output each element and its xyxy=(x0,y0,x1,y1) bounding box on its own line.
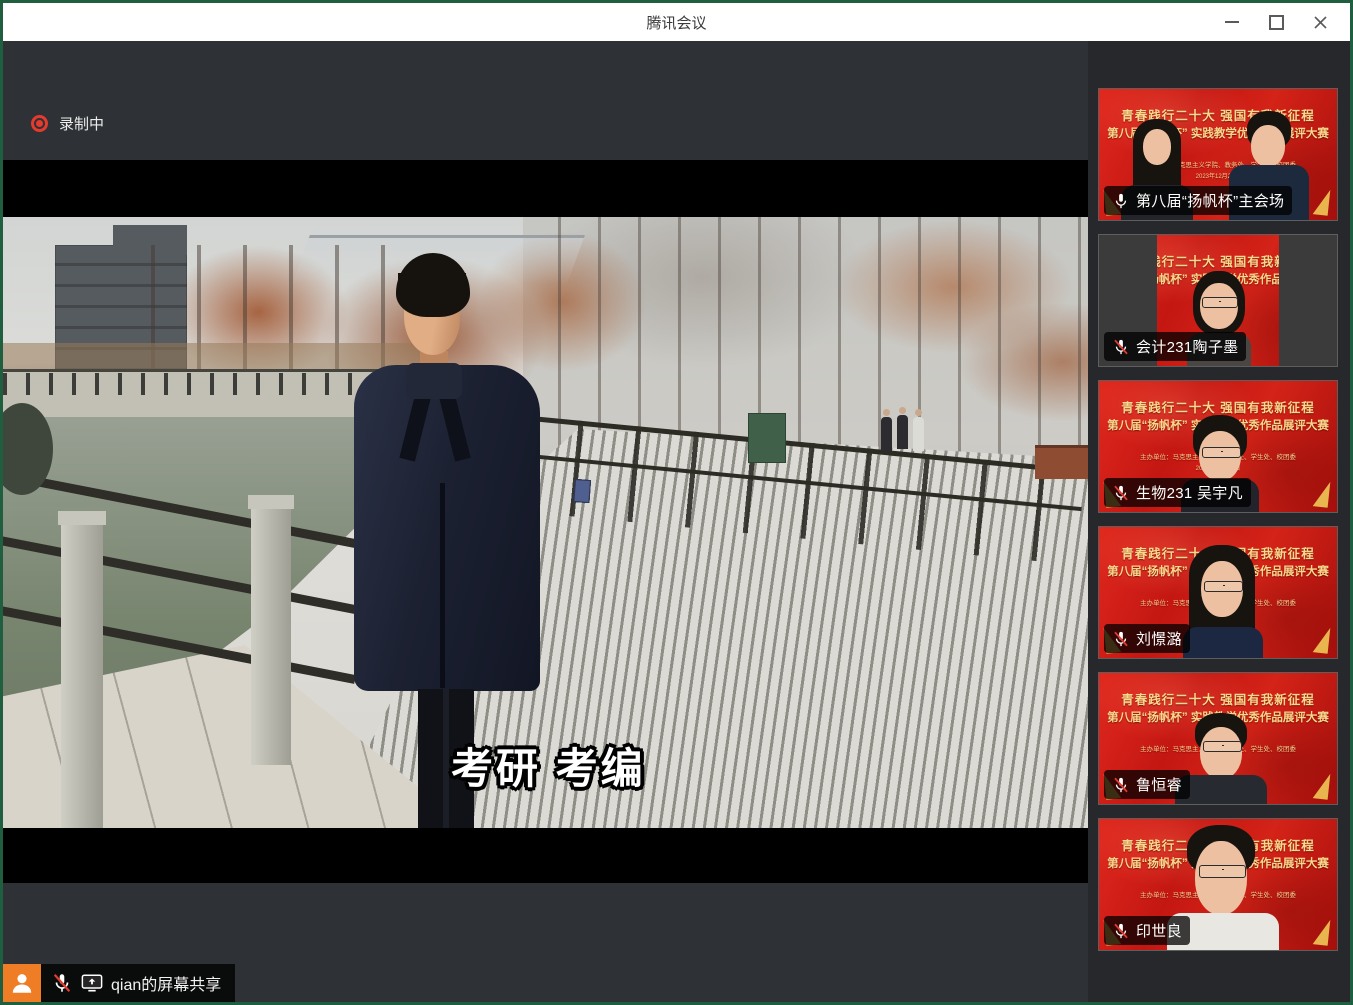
main-stage: 录制中 xyxy=(3,41,1088,1002)
share-info-bar: qian的屏幕共享 xyxy=(3,964,235,1002)
participant-tile[interactable]: 青春践行二十大 强国有我新征程 第八届“扬帆杯” 实践教学优秀作品展评大赛 主办… xyxy=(1098,380,1338,513)
man-coat-opening xyxy=(440,483,445,688)
man-hair xyxy=(396,253,470,317)
participant-tile[interactable]: 青春践行二十大 强国有我新征程 第八届“扬帆杯” 实践教学优秀作品展评大赛 主办… xyxy=(1098,88,1338,221)
shared-screen: 考研 考编 xyxy=(3,160,1088,883)
window-controls xyxy=(1210,3,1342,41)
window-title: 腾讯会议 xyxy=(646,12,706,33)
sail-decoration xyxy=(1313,480,1331,507)
recording-label: 录制中 xyxy=(59,113,104,134)
participant-body xyxy=(1183,627,1263,658)
participant-name: 印世良 xyxy=(1136,920,1182,941)
participant-tile[interactable]: 青春践行二十大 强国有我新征程 第八届“扬帆杯” 实践教学优秀作品展评大赛 xyxy=(1098,234,1338,367)
close-button[interactable] xyxy=(1298,3,1342,41)
person-icon xyxy=(9,970,35,996)
close-icon xyxy=(1313,15,1328,30)
maximize-icon xyxy=(1269,15,1284,30)
shared-video-scene: 考研 考编 xyxy=(3,217,1088,828)
mic-muted-icon xyxy=(1112,922,1130,940)
mic-muted-icon xyxy=(1112,338,1130,356)
banner-line1: 青春践行二十大 强国有我新征程 xyxy=(1099,105,1337,124)
participant-name-tag: 会计231陶子墨 xyxy=(1104,332,1246,361)
participant-face xyxy=(1251,125,1285,167)
participant-name: 生物231 吴宇凡 xyxy=(1136,482,1243,503)
participant-name: 第八届“扬帆杯”主会场 xyxy=(1136,190,1284,211)
participant-name-tag: 鲁恒睿 xyxy=(1104,770,1190,799)
participant-face xyxy=(1200,727,1242,779)
titlebar: 腾讯会议 xyxy=(3,3,1350,41)
participant-tile[interactable]: 青春践行二十大 强国有我新征程 第八届“扬帆杯” 实践教学优秀作品展评大赛 主办… xyxy=(1098,526,1338,659)
participant-glasses xyxy=(1203,741,1242,752)
participant-glasses xyxy=(1202,297,1238,308)
wooden-planter xyxy=(1035,445,1088,479)
man-turtleneck xyxy=(406,363,462,399)
minimize-button[interactable] xyxy=(1210,3,1254,41)
balustrade-post xyxy=(61,519,103,828)
participant-name-tag: 生物231 吴宇凡 xyxy=(1104,478,1251,507)
participants-sidebar: 青春践行二十大 强国有我新征程 第八届“扬帆杯” 实践教学优秀作品展评大赛 主办… xyxy=(1088,41,1350,1002)
record-icon xyxy=(31,115,48,132)
sail-decoration xyxy=(1313,626,1331,653)
participant-name-tag: 刘憬潞 xyxy=(1104,624,1190,653)
participant-tile[interactable]: 青春践行二十大 强国有我新征程 第八届“扬帆杯” 实践教学优秀作品展评大赛 主办… xyxy=(1098,818,1338,951)
participant-face xyxy=(1195,841,1247,915)
banner-line1: 青春践行二十大 强国有我新征程 xyxy=(1099,397,1337,416)
participant-name: 鲁恒睿 xyxy=(1136,774,1182,795)
participant-name: 刘憬潞 xyxy=(1136,628,1182,649)
participant-face xyxy=(1143,129,1171,165)
minimize-icon xyxy=(1225,21,1239,23)
participant-glasses xyxy=(1202,447,1241,458)
distant-pedestrian xyxy=(913,417,924,451)
mic-icon xyxy=(1112,192,1130,210)
maximize-button[interactable] xyxy=(1254,3,1298,41)
participant-tile[interactable]: 青春践行二十大 强国有我新征程 第八届“扬帆杯” 实践教学优秀作品展评大赛 主办… xyxy=(1098,672,1338,805)
participant-name: 会计231陶子墨 xyxy=(1136,336,1238,357)
balustrade-post xyxy=(251,503,291,765)
sail-decoration xyxy=(1313,188,1331,215)
sharer-label: qian的屏幕共享 xyxy=(41,964,235,1002)
pillarbox-bar xyxy=(1279,235,1337,366)
participant-name-tag: 第八届“扬帆杯”主会场 xyxy=(1104,186,1292,215)
video-subtitle: 考研 考编 xyxy=(451,735,646,796)
mic-muted-icon xyxy=(51,972,73,994)
green-bin xyxy=(748,413,786,463)
sharer-name-text: qian的屏幕共享 xyxy=(111,971,221,995)
participant-glasses xyxy=(1199,865,1246,878)
distant-pedestrian xyxy=(881,417,892,451)
mic-muted-icon xyxy=(1112,776,1130,794)
tencent-meeting-window: 腾讯会议 录制中 xyxy=(0,0,1353,1005)
distant-pedestrian xyxy=(897,415,908,449)
participant-name-tag: 印世良 xyxy=(1104,916,1190,945)
participant-glasses xyxy=(1204,581,1243,592)
sharer-avatar xyxy=(3,964,41,1002)
sail-decoration xyxy=(1313,772,1331,799)
recording-indicator[interactable]: 录制中 xyxy=(31,113,104,134)
screen-share-icon xyxy=(81,972,103,994)
sail-decoration xyxy=(1313,918,1331,945)
banner-line1: 青春践行二十大 强国有我新征程 xyxy=(1099,689,1337,708)
mic-muted-icon xyxy=(1112,484,1130,502)
mic-muted-icon xyxy=(1112,630,1130,648)
